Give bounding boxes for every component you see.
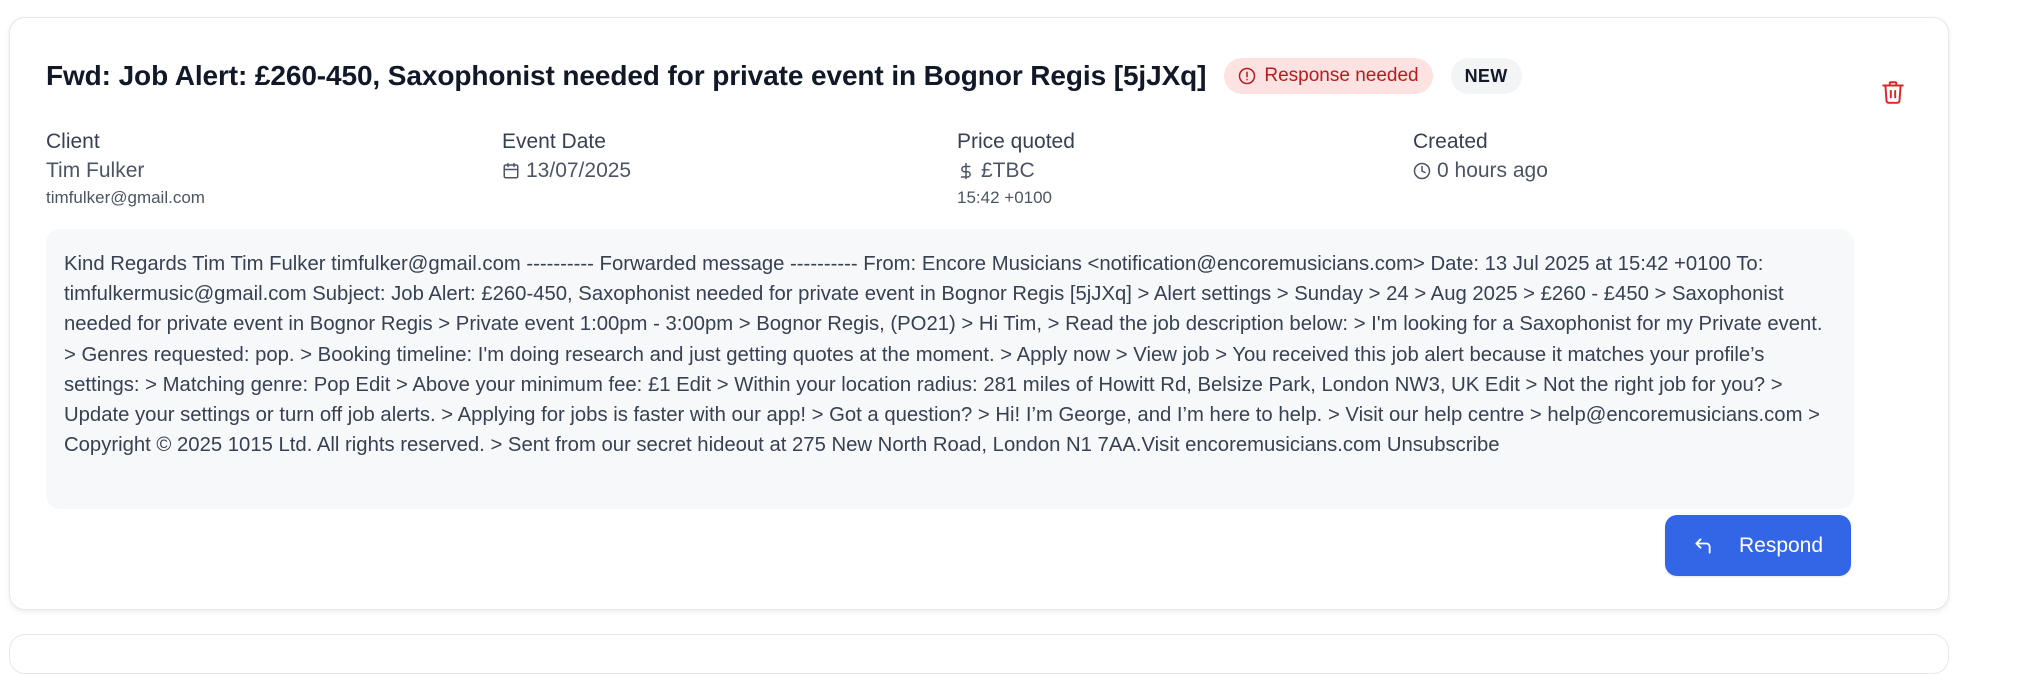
calendar-icon xyxy=(503,162,519,179)
job-header: Fwd: Job Alert: £260-450, Saxophonist ne… xyxy=(46,56,1522,96)
respond-button[interactable]: Respond xyxy=(1665,515,1851,576)
clock-icon xyxy=(1413,162,1431,180)
price-timestamp: 15:42 +0100 xyxy=(957,188,1053,207)
respond-label: Respond xyxy=(1738,533,1824,557)
dollar-icon xyxy=(960,162,971,180)
job-meta: Client Tim Fulker timfulker@gmail.com Ev… xyxy=(46,128,1866,208)
created-value: 0 hours ago xyxy=(1437,159,1548,182)
created-value-row: 0 hours ago xyxy=(1413,156,1548,186)
event-date-section: Event Date 13/07/2025 xyxy=(502,128,631,186)
client-label: Client xyxy=(46,130,100,153)
job-title[interactable]: Fwd: Job Alert: £260-450, Saxophonist ne… xyxy=(46,60,1206,92)
event-date-label: Event Date xyxy=(502,130,606,153)
message-text: Kind Regards Tim Tim Fulker timfulker@gm… xyxy=(64,253,1823,457)
response-needed-badge: Response needed xyxy=(1224,58,1433,94)
alert-circle-icon xyxy=(1239,67,1256,85)
trash-icon[interactable] xyxy=(1880,79,1906,105)
price-label: Price quoted xyxy=(957,130,1075,153)
next-job-card xyxy=(9,634,1949,674)
client-section: Client Tim Fulker timfulker@gmail.com xyxy=(46,128,205,210)
event-date-value-row: 13/07/2025 xyxy=(502,156,631,186)
response-needed-label: Response needed xyxy=(1264,65,1419,86)
reply-icon xyxy=(1695,537,1711,554)
price-value-row: £TBC xyxy=(957,156,1075,186)
created-section: Created 0 hours ago xyxy=(1413,128,1548,186)
message-preview: Kind Regards Tim Tim Fulker timfulker@gm… xyxy=(46,229,1854,509)
price-section: Price quoted £TBC 15:42 +0100 xyxy=(957,128,1075,210)
client-email: timfulker@gmail.com xyxy=(46,188,205,207)
created-label: Created xyxy=(1413,130,1488,153)
client-name: Tim Fulker xyxy=(46,159,145,182)
new-badge: NEW xyxy=(1450,58,1522,94)
job-card: Fwd: Job Alert: £260-450, Saxophonist ne… xyxy=(9,17,1949,610)
event-date-value: 13/07/2025 xyxy=(526,159,632,182)
price-value: £TBC xyxy=(981,159,1035,182)
